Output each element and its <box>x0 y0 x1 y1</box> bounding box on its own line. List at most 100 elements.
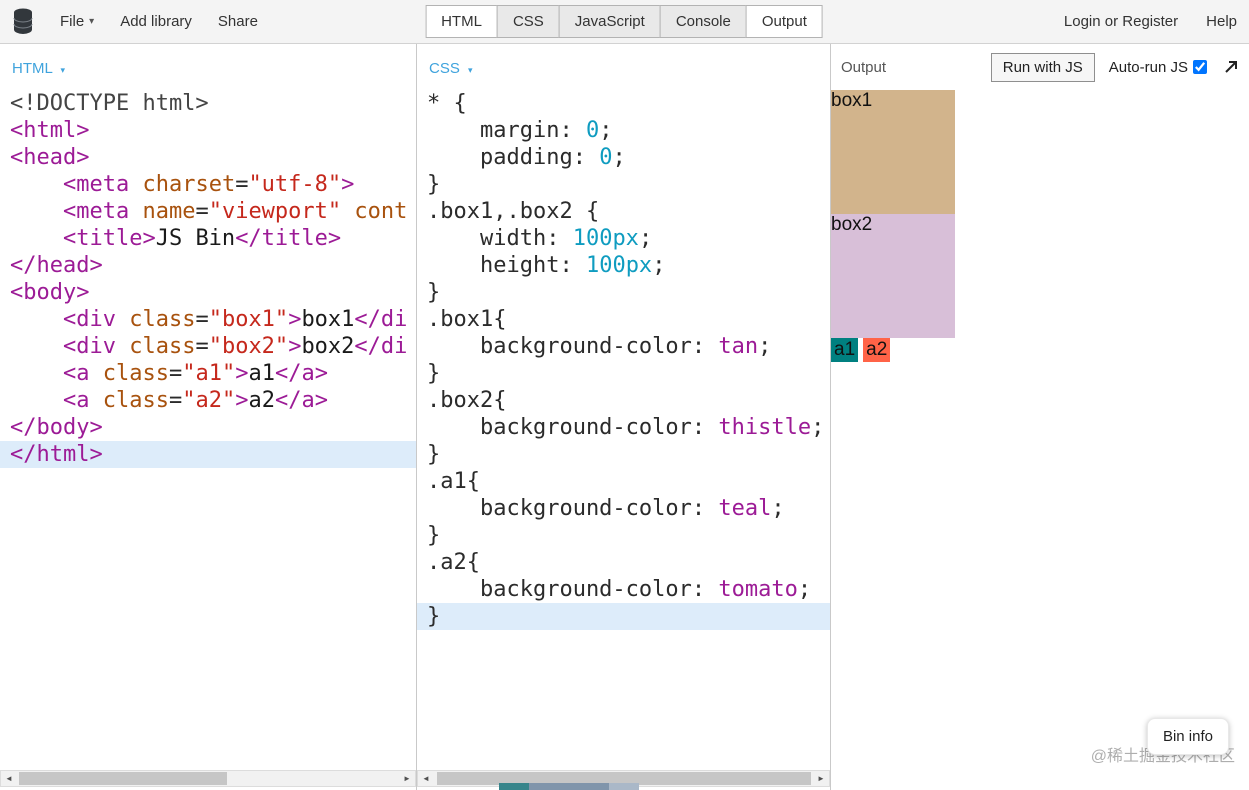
output-header: Output Run with JS Auto-run JS <box>831 44 1249 90</box>
code-line[interactable]: background-color: tan; <box>417 333 830 360</box>
output-link-a1[interactable]: a1 <box>831 338 859 362</box>
code-line[interactable]: .box1{ <box>417 306 830 333</box>
html-editor-panel: HTML ▾ <!DOCTYPE html> <html> <head> <meta… <box>0 44 417 790</box>
tab-html[interactable]: HTML <box>425 5 498 38</box>
scrollbar-thumb[interactable] <box>19 772 227 785</box>
code-token: </html> <box>10 442 103 467</box>
code-line[interactable]: } <box>417 171 830 198</box>
code-line[interactable]: <div class="box1">box1</di <box>0 306 416 333</box>
scroll-left-icon[interactable]: ◄ <box>1 771 17 786</box>
caret-down-icon: ▾ <box>468 65 473 75</box>
code-token: class <box>102 361 169 386</box>
help-link[interactable]: Help <box>1206 13 1237 30</box>
tab-css[interactable]: CSS <box>496 5 560 38</box>
code-line[interactable]: <a class="a1">a1</a> <box>0 360 416 387</box>
css-code-editor[interactable]: * { margin: 0; padding: 0;} .box1,.box2 {… <box>417 90 830 768</box>
code-token: a2 <box>248 388 275 413</box>
code-line[interactable]: <head> <box>0 144 416 171</box>
code-token: <!DOCTYPE html> <box>10 91 209 116</box>
code-line[interactable]: padding: 0; <box>417 144 830 171</box>
caret-down-icon: ▾ <box>60 65 65 75</box>
code-line[interactable]: <body> <box>0 279 416 306</box>
code-line[interactable]: background-color: tomato; <box>417 576 830 603</box>
output-links: a1 a2 <box>831 338 1249 362</box>
code-line[interactable]: } <box>417 603 830 630</box>
code-line[interactable]: <!DOCTYPE html> <box>0 90 416 117</box>
code-token: background-color: <box>427 577 719 602</box>
code-line[interactable]: width: 100px; <box>417 225 830 252</box>
html-horizontal-scrollbar[interactable]: ◄ ► <box>0 770 416 787</box>
code-line[interactable]: } <box>417 360 830 387</box>
code-token: "viewport" <box>208 199 342 224</box>
code-token: .box1,.box2 { <box>427 199 600 224</box>
clipped-popup <box>499 783 639 790</box>
jsbin-logo-icon[interactable] <box>12 8 34 35</box>
code-token: width: <box>427 226 573 251</box>
code-token: <div <box>62 334 130 359</box>
scroll-right-icon[interactable]: ► <box>813 771 829 786</box>
scroll-right-icon[interactable]: ► <box>399 771 415 786</box>
code-line[interactable]: background-color: teal; <box>417 495 830 522</box>
code-line[interactable]: .box1,.box2 { <box>417 198 830 225</box>
code-token: </body> <box>10 415 103 440</box>
expand-output-icon[interactable] <box>1223 59 1239 75</box>
html-panel-header[interactable]: HTML ▾ <box>0 44 416 90</box>
code-line[interactable]: </html> <box>0 441 416 468</box>
bin-info-button[interactable]: Bin info <box>1146 718 1229 755</box>
share-button[interactable]: Share <box>218 13 258 30</box>
toolbar-left: File ▾ Add library Share <box>12 8 258 35</box>
add-library-button[interactable]: Add library <box>120 13 192 30</box>
html-code-editor[interactable]: <!DOCTYPE html> <html> <head> <meta charse… <box>0 90 416 768</box>
code-line[interactable]: <meta charset="utf-8"> <box>0 171 416 198</box>
tab-output[interactable]: Output <box>745 5 823 38</box>
code-line[interactable]: background-color: thistle; <box>417 414 830 441</box>
code-line[interactable]: <a class="a2">a2</a> <box>0 387 416 414</box>
code-line[interactable]: .a2{ <box>417 549 830 576</box>
code-line[interactable]: } <box>417 522 830 549</box>
code-token: a1 <box>248 361 275 386</box>
code-line[interactable]: <meta name="viewport" cont <box>0 198 416 225</box>
code-line[interactable]: <div class="box2">box2</di <box>0 333 416 360</box>
code-token: 0 <box>599 145 613 170</box>
output-link-a2[interactable]: a2 <box>863 338 891 362</box>
scroll-left-icon[interactable]: ◄ <box>418 771 434 786</box>
autorun-js-toggle[interactable]: Auto-run JS <box>1109 59 1207 76</box>
code-line[interactable]: </body> <box>0 414 416 441</box>
code-token: </a> <box>274 388 328 413</box>
code-token: ; <box>652 253 666 278</box>
code-token: background-color: <box>427 496 719 521</box>
file-menu-button[interactable]: File ▾ <box>60 13 94 30</box>
code-token: "box1" <box>208 307 289 332</box>
html-panel-title: HTML <box>12 60 53 77</box>
code-line[interactable]: .box2{ <box>417 387 830 414</box>
code-token: JS Bin <box>155 226 236 251</box>
code-line[interactable]: <html> <box>0 117 416 144</box>
code-token: > <box>235 388 249 413</box>
code-token: = <box>195 199 209 224</box>
code-token: > <box>341 172 355 197</box>
autorun-js-checkbox[interactable] <box>1193 60 1207 74</box>
login-register-link[interactable]: Login or Register <box>1064 13 1178 30</box>
code-line[interactable]: } <box>417 279 830 306</box>
code-line[interactable]: margin: 0; <box>417 117 830 144</box>
code-token: box1 <box>301 307 355 332</box>
css-panel-header[interactable]: CSS ▾ <box>417 44 830 90</box>
code-line[interactable]: } <box>417 441 830 468</box>
code-token: ; <box>771 496 785 521</box>
code-line[interactable]: height: 100px; <box>417 252 830 279</box>
code-token: </title> <box>235 226 342 251</box>
code-token: background-color: <box>427 334 719 359</box>
run-with-js-button[interactable]: Run with JS <box>990 52 1095 82</box>
code-token: "a1" <box>182 361 236 386</box>
code-line[interactable]: * { <box>417 90 830 117</box>
code-token: padding: <box>427 145 600 170</box>
code-line[interactable]: </head> <box>0 252 416 279</box>
tab-javascript[interactable]: JavaScript <box>558 5 661 38</box>
code-token: > <box>288 334 302 359</box>
code-line[interactable]: <title>JS Bin</title> <box>0 225 416 252</box>
code-line[interactable]: .a1{ <box>417 468 830 495</box>
tab-console[interactable]: Console <box>659 5 747 38</box>
code-token: } <box>427 604 441 629</box>
